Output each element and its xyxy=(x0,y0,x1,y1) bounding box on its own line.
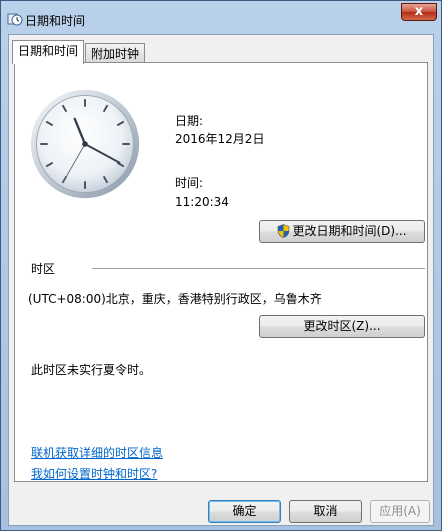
timezone-separator xyxy=(92,268,425,269)
time-value: 11:20:34 xyxy=(175,195,229,209)
apply-label: 应用(A) xyxy=(379,504,421,518)
time-label: 时间: xyxy=(175,176,204,190)
clock-app-icon xyxy=(7,11,23,27)
dialog-client-area: 日期和时间 附加时钟 日期: 2016年12月2日 时间: 11:20:34 更… xyxy=(8,34,434,526)
close-icon: x xyxy=(414,4,424,19)
close-button[interactable]: x xyxy=(401,3,437,21)
ok-button[interactable]: 确定 xyxy=(208,500,281,523)
title-bar[interactable]: 日期和时间 x xyxy=(1,1,441,37)
tab-label: 日期和时间 xyxy=(18,44,79,58)
timezone-value: (UTC+08:00)北京，重庆，香港特别行政区，乌鲁木齐 xyxy=(28,292,322,306)
how-to-set-clock-link[interactable]: 我如何设置时钟和时区? xyxy=(31,465,157,482)
uac-shield-icon xyxy=(278,224,290,238)
apply-button[interactable]: 应用(A) xyxy=(370,500,430,523)
cancel-button[interactable]: 取消 xyxy=(289,500,362,523)
date-value: 2016年12月2日 xyxy=(175,132,265,146)
change-date-time-button[interactable]: 更改日期和时间(D)... xyxy=(259,220,425,243)
tab-date-and-time[interactable]: 日期和时间 xyxy=(12,40,85,64)
date-label: 日期: xyxy=(175,114,204,128)
change-date-time-label: 更改日期和时间(D)... xyxy=(292,224,407,238)
online-timezone-info-link[interactable]: 联机获取详细的时区信息 xyxy=(31,444,163,461)
analog-clock-icon xyxy=(30,89,140,199)
change-timezone-label: 更改时区(Z)... xyxy=(303,319,381,333)
cancel-label: 取消 xyxy=(313,504,338,518)
window-title: 日期和时间 xyxy=(25,14,86,28)
timezone-section-label: 时区 xyxy=(31,262,56,276)
date-time-dialog: 日期和时间 x 日期和时间 附加时钟 日期: 2016年12月2日 时间: 11… xyxy=(0,0,442,531)
dst-note: 此时区未实行夏令时。 xyxy=(31,363,152,377)
tab-additional-clocks[interactable]: 附加时钟 xyxy=(85,43,146,64)
ok-label: 确定 xyxy=(232,504,257,518)
tab-panel: 日期: 2016年12月2日 时间: 11:20:34 更改日期和时间(D)..… xyxy=(14,62,428,482)
change-timezone-button[interactable]: 更改时区(Z)... xyxy=(259,315,425,338)
tab-label: 附加时钟 xyxy=(91,47,140,61)
